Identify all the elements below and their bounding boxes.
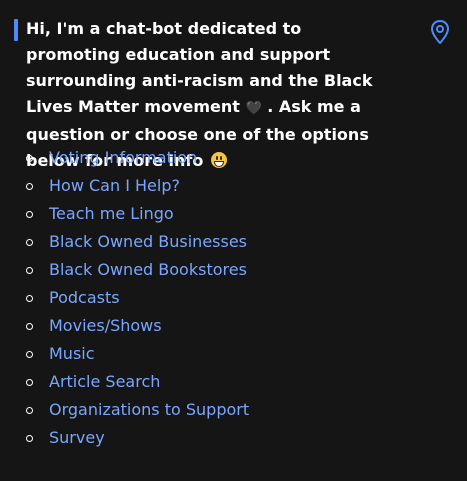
option-link-movies-shows[interactable]: Movies/Shows xyxy=(49,312,162,340)
list-item: Article Search xyxy=(26,368,249,396)
bullet-icon xyxy=(26,294,33,302)
options-list: Voting Information How Can I Help? Teach… xyxy=(26,144,249,452)
bullet-icon xyxy=(26,378,33,386)
list-item: How Can I Help? xyxy=(26,172,249,200)
option-link-music[interactable]: Music xyxy=(49,340,95,368)
list-item: Voting Information xyxy=(26,144,249,172)
option-link-article-search[interactable]: Article Search xyxy=(49,368,160,396)
option-link-organizations-to-support[interactable]: Organizations to Support xyxy=(49,396,249,424)
list-item: Organizations to Support xyxy=(26,396,249,424)
bullet-icon xyxy=(26,434,33,442)
bullet-icon xyxy=(26,238,33,246)
list-item: Movies/Shows xyxy=(26,312,249,340)
map-pin-icon[interactable] xyxy=(429,19,451,45)
option-link-black-owned-businesses[interactable]: Black Owned Businesses xyxy=(49,228,247,256)
bullet-icon xyxy=(26,322,33,330)
bullet-icon xyxy=(26,350,33,358)
bullet-icon xyxy=(26,406,33,414)
list-item: Teach me Lingo xyxy=(26,200,249,228)
list-item: Survey xyxy=(26,424,249,452)
option-link-black-owned-bookstores[interactable]: Black Owned Bookstores xyxy=(49,256,247,284)
list-item: Podcasts xyxy=(26,284,249,312)
list-item: Black Owned Bookstores xyxy=(26,256,249,284)
list-item: Music xyxy=(26,340,249,368)
black-heart-icon: 🖤 xyxy=(245,101,262,116)
option-link-podcasts[interactable]: Podcasts xyxy=(49,284,120,312)
option-link-voting-information[interactable]: Voting Information xyxy=(49,144,197,172)
bullet-icon xyxy=(26,266,33,274)
message-accent-bar xyxy=(14,19,18,41)
option-link-teach-me-lingo[interactable]: Teach me Lingo xyxy=(49,200,174,228)
option-link-survey[interactable]: Survey xyxy=(49,424,105,452)
bullet-icon xyxy=(26,154,33,162)
option-link-how-can-i-help[interactable]: How Can I Help? xyxy=(49,172,180,200)
list-item: Black Owned Businesses xyxy=(26,228,249,256)
bullet-icon xyxy=(26,182,33,190)
bullet-icon xyxy=(26,210,33,218)
